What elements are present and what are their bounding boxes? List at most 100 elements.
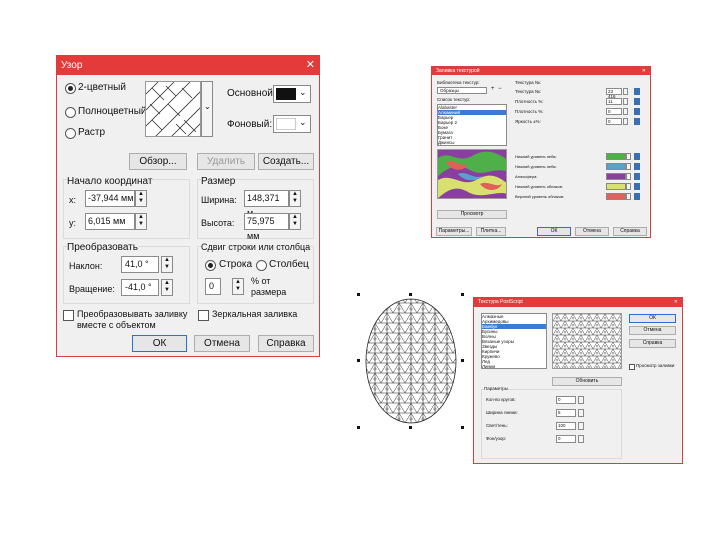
pattern-preview[interactable] xyxy=(145,81,201,137)
mirror-fill-checkbox[interactable] xyxy=(198,310,209,321)
texture-param-stepper[interactable] xyxy=(623,118,628,125)
texture-tiles-button[interactable]: Плитка... xyxy=(476,227,506,236)
postscript-param-input[interactable]: 0 xyxy=(556,435,576,443)
texture-color-swatch[interactable] xyxy=(606,193,626,200)
texture-color-swatch[interactable] xyxy=(606,153,626,160)
preview-fill-checkbox[interactable] xyxy=(629,364,635,370)
lock-icon[interactable] xyxy=(634,183,640,190)
y-input[interactable]: 6,015 мм xyxy=(85,213,135,230)
texture-params-title: Текстура №: xyxy=(515,80,541,85)
postscript-param-stepper[interactable] xyxy=(578,435,584,443)
delete-button[interactable]: Удалить xyxy=(197,153,255,170)
radio-column[interactable] xyxy=(256,260,267,271)
back-color-picker[interactable]: ⌄ xyxy=(273,115,311,133)
library-select[interactable]: Образцы xyxy=(437,87,487,94)
texture-list-item[interactable]: Джинсы xyxy=(438,140,506,145)
postscript-ok-button[interactable]: ОК xyxy=(629,314,676,323)
postscript-param-input[interactable]: 100 xyxy=(556,422,576,430)
postscript-param-stepper[interactable] xyxy=(578,422,584,430)
create-button[interactable]: Создать... xyxy=(258,153,314,170)
selected-ellipse-object[interactable] xyxy=(357,293,465,430)
texture-param-stepper[interactable] xyxy=(623,108,628,115)
texture-color-swatch[interactable] xyxy=(606,163,626,170)
lock-icon[interactable] xyxy=(634,193,640,200)
lock-icon[interactable] xyxy=(634,98,640,105)
height-label: Высота: xyxy=(201,218,235,228)
lock-icon[interactable] xyxy=(634,163,640,170)
rotate-input[interactable]: -41,0 ° xyxy=(121,279,159,296)
texture-list-items: Alabaster Алюминий Барьер Барьер 2 Боке Бумаг… xyxy=(438,105,506,145)
texture-param-input[interactable]: 23 416 xyxy=(606,88,622,99)
width-stepper[interactable]: ▲ ▼ xyxy=(289,190,301,207)
texture-param-stepper[interactable] xyxy=(623,98,628,105)
lock-icon[interactable] xyxy=(634,108,640,115)
postscript-preview xyxy=(552,313,622,369)
pattern-preview-dropdown[interactable]: ⌄ xyxy=(201,81,213,137)
texture-color-dropdown[interactable] xyxy=(626,193,631,200)
transform-fill-checkbox[interactable] xyxy=(63,310,74,321)
radio-raster-label: Растр xyxy=(78,127,106,138)
shift-input[interactable]: 0 xyxy=(205,278,221,295)
texture-param-stepper[interactable] xyxy=(623,88,628,95)
texture-color-dropdown[interactable] xyxy=(626,183,631,190)
texture-preview-button[interactable]: Просмотр xyxy=(437,210,507,219)
texture-color-dropdown[interactable] xyxy=(626,163,631,170)
lock-icon[interactable] xyxy=(634,153,640,160)
width-input[interactable]: 148,371 м xyxy=(244,190,289,218)
height-input[interactable]: 75,975 мм xyxy=(244,213,289,241)
texture-param-input[interactable]: 0 xyxy=(606,118,622,125)
skew-stepper[interactable]: ▲ ▼ xyxy=(161,256,173,273)
radio-row[interactable] xyxy=(205,260,216,271)
texture-param-input[interactable]: 11 xyxy=(606,98,622,105)
radio-raster[interactable] xyxy=(65,128,76,139)
texture-param-input[interactable]: 0 xyxy=(606,108,622,115)
close-icon[interactable]: ✕ xyxy=(642,67,646,75)
rotate-stepper[interactable]: ▲ ▼ xyxy=(161,279,173,296)
cancel-button[interactable]: Отмена xyxy=(194,335,250,352)
front-color-picker[interactable]: ⌄ xyxy=(273,85,311,103)
postscript-param-input[interactable]: 0 xyxy=(556,396,576,404)
skew-input[interactable]: 41,0 ° xyxy=(121,256,159,273)
postscript-refresh-button[interactable]: Обновить xyxy=(552,377,622,386)
radio-fullcolor[interactable] xyxy=(65,107,76,118)
x-stepper[interactable]: ▲ ▼ xyxy=(135,190,147,207)
texture-help-button[interactable]: Справка xyxy=(613,227,647,236)
texture-color-swatch[interactable] xyxy=(606,173,626,180)
add-library-icon[interactable]: + xyxy=(491,86,495,92)
texture-list[interactable]: Alabaster Алюминий Барьер Барьер 2 Боке Бумаг… xyxy=(437,104,507,146)
radio-2color[interactable] xyxy=(65,83,76,94)
close-icon[interactable]: ✕ xyxy=(306,56,315,75)
x-input[interactable]: -37,944 мм xyxy=(85,190,135,207)
texture-cancel-button[interactable]: Отмена xyxy=(575,227,609,236)
origin-group xyxy=(63,179,190,239)
close-icon[interactable]: ✕ xyxy=(674,298,678,307)
height-stepper[interactable]: ▲ ▼ xyxy=(289,213,301,230)
texture-color-swatch[interactable] xyxy=(606,183,626,190)
postscript-help-button[interactable]: Справка xyxy=(629,339,676,348)
texture-param-label: Плотность %: xyxy=(515,99,544,104)
postscript-list-item[interactable]: Линии xyxy=(482,364,546,368)
y-stepper[interactable]: ▲ ▼ xyxy=(135,213,147,230)
texture-color-dropdown[interactable] xyxy=(626,153,631,160)
lock-icon[interactable] xyxy=(634,88,640,95)
browse-button[interactable]: Обзор... xyxy=(129,153,187,170)
postscript-param-stepper[interactable] xyxy=(578,396,584,404)
preview-fill-label: Просмотр заливки xyxy=(636,363,675,368)
remove-library-icon[interactable]: − xyxy=(498,86,502,92)
postscript-preview-graphic xyxy=(553,314,621,368)
help-button[interactable]: Справка xyxy=(258,335,314,352)
texture-ok-button[interactable]: ОК xyxy=(537,227,571,236)
texture-param-label: Плотность %: xyxy=(515,109,544,114)
texture-options-button[interactable]: Параметры... xyxy=(436,227,472,236)
ok-button[interactable]: ОК xyxy=(132,335,187,352)
texture-color-dropdown[interactable] xyxy=(626,173,631,180)
postscript-cancel-button[interactable]: Отмена xyxy=(629,326,676,335)
lock-icon[interactable] xyxy=(634,173,640,180)
radio-2color-label: 2-цветный xyxy=(78,82,126,93)
shift-stepper[interactable]: ▲ ▼ xyxy=(232,278,244,295)
postscript-list[interactable]: Алмазные Архимедовы Бамбук Бусины Волны Вязан… xyxy=(481,313,547,369)
postscript-param-stepper[interactable] xyxy=(578,409,584,417)
lock-icon[interactable] xyxy=(634,118,640,125)
postscript-param-input[interactable]: 5 xyxy=(556,409,576,417)
shift-unit-line2: размера xyxy=(251,287,287,297)
